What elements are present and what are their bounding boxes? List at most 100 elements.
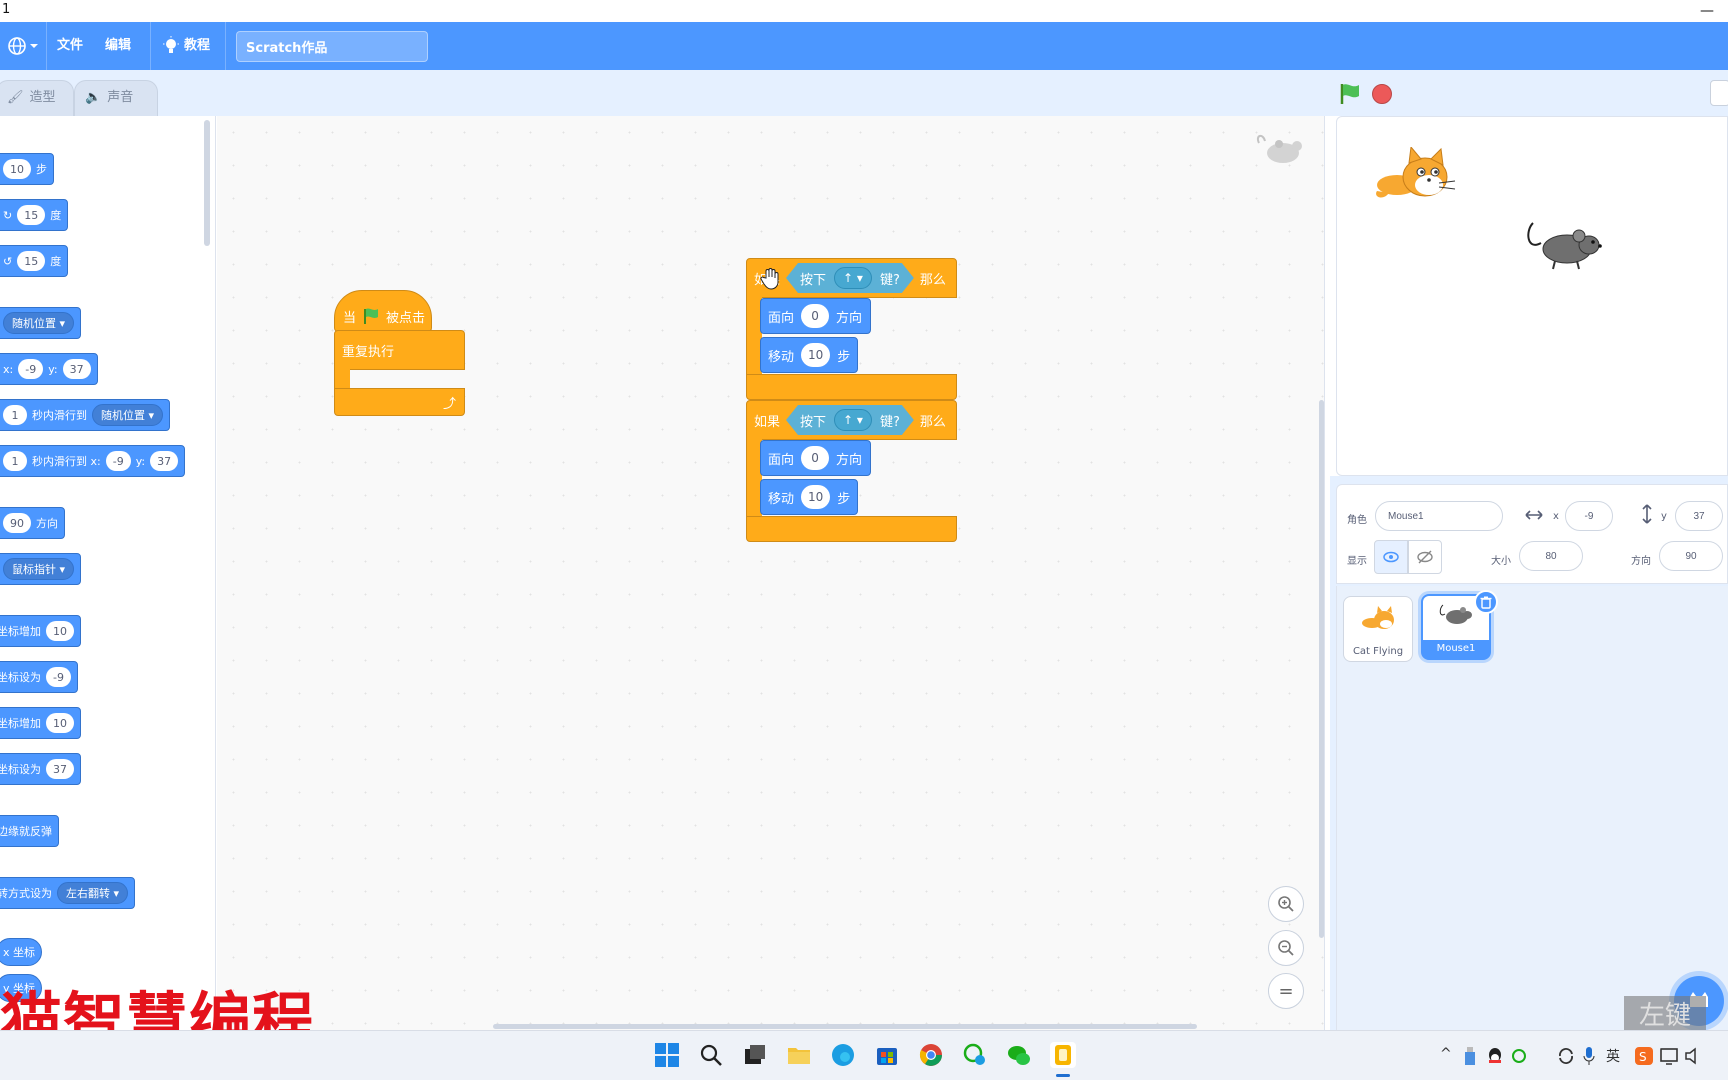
display-icon[interactable] — [1660, 1046, 1680, 1066]
stop-button[interactable] — [1372, 84, 1392, 104]
key-dropdown-1[interactable]: ↑ ▾ — [834, 267, 872, 289]
direction-input[interactable] — [1659, 541, 1723, 571]
set-x-input[interactable]: -9 — [46, 667, 71, 687]
block-set-x[interactable]: 坐标设为 -9 — [0, 661, 78, 693]
change-x-input[interactable]: 10 — [46, 621, 74, 641]
usb-drive-icon[interactable] — [1462, 1046, 1478, 1066]
size-input[interactable] — [1519, 541, 1583, 571]
key-pressed-condition-2[interactable]: 按下 ↑ ▾ 键? — [786, 405, 914, 435]
turn-right-input[interactable]: 15 — [17, 205, 46, 225]
point-dir-input[interactable]: 90 — [3, 513, 31, 533]
project-title-input[interactable] — [236, 31, 428, 62]
block-goto[interactable]: 随机位置 ▾ — [0, 307, 82, 339]
green-flag-button[interactable] — [1338, 82, 1362, 106]
hide-sprite-button[interactable] — [1408, 540, 1442, 574]
point-towards-value: 鼠标指针 — [12, 563, 56, 576]
glide2-x-input[interactable]: -9 — [105, 451, 131, 471]
forever-block[interactable]: 重复执行 — [334, 330, 465, 370]
point-direction-input-2[interactable]: 0 — [801, 446, 830, 470]
block-glide-xy[interactable]: 1 秒内滑行到 x: -9 y: 37 — [0, 445, 186, 477]
move-steps-block-1[interactable]: 移动 10 步 — [760, 337, 858, 373]
palette-scrollbar[interactable] — [204, 120, 210, 246]
search-icon[interactable] — [698, 1042, 724, 1068]
sogou-input-icon[interactable]: S — [1634, 1046, 1654, 1066]
block-change-y[interactable]: 坐标增加 10 — [0, 707, 81, 739]
mouse-sprite[interactable] — [1525, 221, 1609, 273]
block-point-direction[interactable]: 90 方向 — [0, 507, 65, 539]
y-position-input[interactable] — [1675, 501, 1723, 531]
rotation-style-dropdown[interactable]: 左右翻转 ▾ — [57, 882, 129, 904]
glide2-y-input[interactable]: 37 — [150, 451, 179, 471]
chat-app-icon[interactable] — [962, 1042, 988, 1068]
point-in-direction-block-2[interactable]: 面向 0 方向 — [760, 440, 871, 476]
move-steps-input[interactable]: 10 — [3, 159, 31, 179]
goto-dropdown[interactable]: 随机位置 ▾ — [3, 312, 75, 334]
block-move-steps[interactable]: 10 步 — [0, 153, 54, 185]
sprite-tile-cat-flying[interactable]: Cat Flying — [1343, 596, 1413, 662]
scratch-app-icon[interactable] — [1050, 1042, 1076, 1068]
tab-costumes[interactable]: 🖌 造型 — [0, 80, 74, 116]
block-glide-to[interactable]: 1 秒内滑行到 随机位置 ▾ — [0, 399, 171, 431]
chrome-icon[interactable] — [918, 1042, 944, 1068]
key-pressed-condition-1[interactable]: 按下 ↑ ▾ 键? — [786, 263, 914, 293]
minimize-button[interactable]: — — [1700, 3, 1714, 19]
tutorials-menu[interactable]: 教程 — [162, 22, 210, 70]
move-steps-input-1[interactable]: 10 — [801, 343, 831, 367]
show-sprite-button[interactable] — [1374, 540, 1408, 574]
workspace-vertical-scrollbar[interactable] — [1319, 400, 1324, 938]
workspace-horizontal-scrollbar[interactable] — [493, 1024, 1197, 1029]
tray-overflow-icon[interactable]: ^ — [1440, 1046, 1452, 1062]
glide-dropdown[interactable]: 随机位置 ▾ — [92, 404, 164, 426]
sprite-name-input[interactable] — [1375, 501, 1503, 531]
block-rotation-style[interactable]: 转方式设为 左右翻转 ▾ — [0, 877, 136, 909]
block-set-y[interactable]: 坐标设为 37 — [0, 753, 81, 785]
block-goto-xy[interactable]: x: -9 y: 37 — [0, 353, 98, 385]
qq-icon[interactable] — [1486, 1046, 1504, 1066]
point-in-direction-block-1[interactable]: 面向 0 方向 — [760, 298, 871, 334]
input-method-icon[interactable]: 英 — [1606, 1046, 1620, 1066]
move-steps-block-2[interactable]: 移动 10 步 — [760, 479, 858, 515]
glide-secs-input[interactable]: 1 — [3, 405, 27, 425]
block-change-x[interactable]: 坐标增加 10 — [0, 615, 81, 647]
point-direction-input-1[interactable]: 0 — [801, 304, 830, 328]
when-flag-clicked-block[interactable]: 当 被点击 — [334, 290, 432, 332]
edge-browser-icon[interactable] — [830, 1042, 856, 1068]
block-bounce[interactable]: 边缘就反弹 — [0, 815, 59, 847]
block-turn-right[interactable]: ↻ 15 度 — [0, 199, 69, 231]
windows-start-icon[interactable] — [654, 1042, 680, 1068]
x-position-input[interactable] — [1565, 501, 1613, 531]
file-menu[interactable]: 文件 — [57, 22, 83, 70]
zoom-in-button[interactable] — [1268, 886, 1304, 922]
tab-sounds[interactable]: 🔈 声音 — [74, 80, 158, 116]
glide2-secs-input[interactable]: 1 — [3, 451, 27, 471]
microphone-icon[interactable] — [1582, 1046, 1596, 1066]
turn-left-input[interactable]: 15 — [17, 251, 46, 271]
sync-icon[interactable] — [1556, 1046, 1576, 1066]
code-workspace[interactable] — [217, 116, 1325, 1030]
language-menu[interactable] — [6, 22, 40, 70]
delete-sprite-button[interactable] — [1474, 590, 1498, 614]
if-block-2[interactable]: 如果 按下 ↑ ▾ 键? 那么 — [746, 400, 957, 440]
volume-icon[interactable] — [1684, 1046, 1704, 1066]
set-y-input[interactable]: 37 — [46, 759, 74, 779]
point-towards-dropdown[interactable]: 鼠标指针 ▾ — [3, 558, 75, 580]
block-point-towards[interactable]: 鼠标指针 ▾ — [0, 553, 82, 585]
block-turn-left[interactable]: ↺ 15 度 — [0, 245, 69, 277]
stage[interactable] — [1336, 116, 1728, 476]
wechat-icon[interactable] — [1006, 1042, 1032, 1068]
zoom-out-button[interactable] — [1268, 930, 1304, 966]
store-icon[interactable] — [874, 1042, 900, 1068]
goto-x-input[interactable]: -9 — [18, 359, 44, 379]
change-y-input[interactable]: 10 — [46, 713, 74, 733]
task-view-icon[interactable] — [742, 1042, 768, 1068]
zoom-reset-button[interactable]: = — [1268, 973, 1304, 1009]
cat-flying-sprite[interactable] — [1373, 147, 1461, 207]
move-steps-input-2[interactable]: 10 — [801, 485, 831, 509]
network-app-icon[interactable] — [1510, 1046, 1528, 1066]
goto-y-input[interactable]: 37 — [62, 359, 91, 379]
file-explorer-icon[interactable] — [786, 1042, 812, 1068]
block-x-position[interactable]: x 坐标 — [0, 938, 43, 966]
stage-size-button[interactable] — [1710, 80, 1728, 106]
key-dropdown-2[interactable]: ↑ ▾ — [834, 409, 872, 431]
edit-menu[interactable]: 编辑 — [105, 22, 131, 70]
